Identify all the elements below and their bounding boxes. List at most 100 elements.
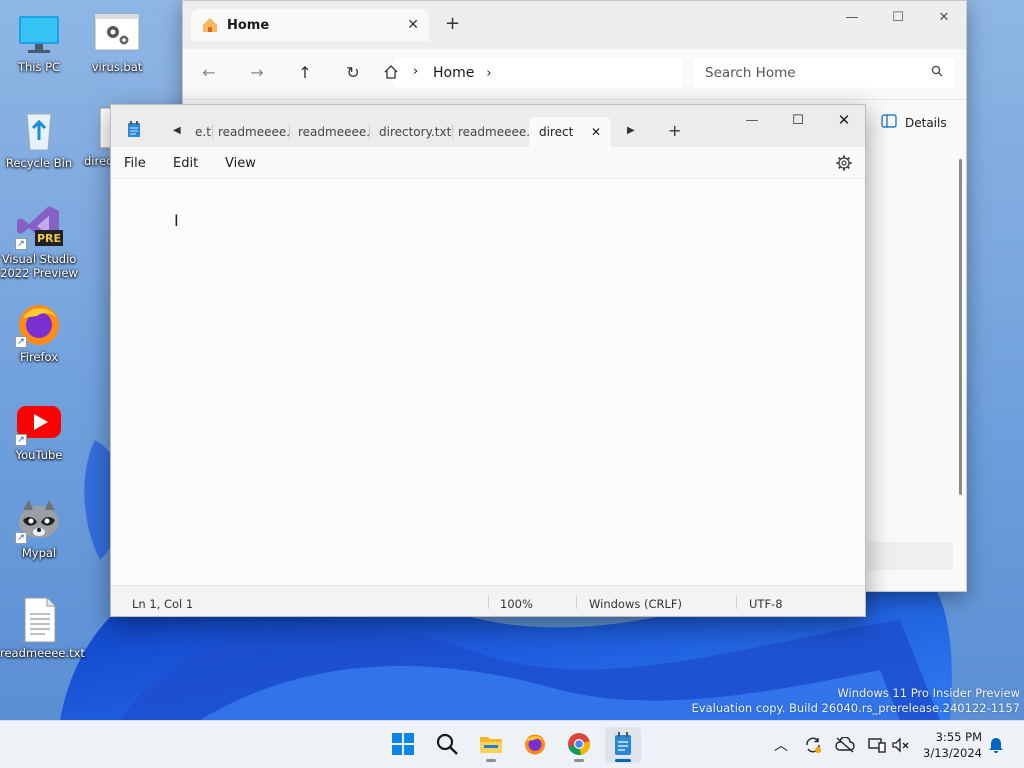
close-button[interactable]: ✕: [921, 1, 967, 33]
batch-file-gear-icon: [93, 10, 141, 58]
explorer-tab-home[interactable]: Home ✕: [191, 9, 429, 41]
menu-file[interactable]: File: [124, 156, 146, 171]
new-tab-button[interactable]: +: [445, 13, 460, 34]
minimize-button[interactable]: —: [729, 105, 775, 135]
menu-view[interactable]: View: [225, 156, 256, 171]
desktop-icon-recycle-bin[interactable]: Recycle Bin: [0, 106, 78, 170]
desktop-icon-firefox[interactable]: ↗ Firefox: [0, 300, 78, 364]
scroll-tabs-right-icon[interactable]: ▶: [627, 125, 635, 136]
desktop-icon-label: readmeeee.txt: [0, 646, 85, 660]
explorer-navbar: ← → ↑ ↻ › Home › Search Home: [183, 49, 966, 99]
notepad-tab-label: readmeeee.t: [218, 125, 290, 139]
taskbar-firefox[interactable]: [517, 727, 553, 763]
forward-arrow-icon[interactable]: →: [245, 63, 269, 82]
chevron-right-icon[interactable]: ›: [486, 66, 491, 81]
start-button[interactable]: [385, 727, 421, 763]
raccoon-icon: ↗: [15, 496, 63, 544]
notepad-tab[interactable]: readmeeee.t: [458, 117, 530, 147]
status-divider: [736, 595, 737, 609]
maximize-button[interactable]: ☐: [775, 105, 821, 135]
text-file-icon: [15, 596, 63, 644]
desktop-icon-label: Firefox: [19, 350, 59, 364]
refresh-icon[interactable]: ↻: [341, 63, 365, 82]
desktop-icon-label: YouTube: [15, 448, 63, 462]
close-tab-icon[interactable]: ✕: [591, 125, 601, 139]
search-button[interactable]: [429, 727, 465, 763]
explorer-tab-title: Home: [227, 17, 270, 33]
desktop-icon-readmeeee[interactable]: readmeeee.txt: [0, 596, 85, 660]
desktop-icon-virus-bat[interactable]: virus.bat: [78, 10, 156, 74]
sync-icon[interactable]: [803, 735, 823, 755]
clock-time: 3:55 PM: [935, 730, 982, 744]
watermark-line-2: Evaluation copy. Build 26040.rs_prerelea…: [691, 701, 1020, 715]
vertical-scrollbar[interactable]: [959, 159, 962, 495]
tab-separator: [452, 125, 453, 139]
desktop-icon-mypal[interactable]: ↗ Mypal: [0, 496, 78, 560]
new-tab-button[interactable]: +: [668, 121, 681, 140]
tab-separator: [369, 125, 370, 139]
running-indicator: [574, 759, 584, 762]
explorer-titlebar[interactable]: Home ✕ + — ☐ ✕: [183, 1, 966, 49]
line-ending[interactable]: Windows (CRLF): [589, 597, 682, 611]
address-bar[interactable]: › Home ›: [384, 58, 683, 88]
gear-icon[interactable]: [835, 154, 853, 172]
text-file-icon: [78, 106, 110, 154]
network-icon[interactable]: [867, 735, 887, 755]
explorer-status-area: [867, 542, 953, 570]
tab-separator: [212, 125, 213, 139]
monitor-icon: [15, 10, 63, 58]
desktop-icon-this-pc[interactable]: This PC: [0, 10, 78, 74]
address-segment[interactable]: Home: [433, 65, 474, 81]
details-button[interactable]: Details: [881, 114, 947, 131]
desktop-icon-label: Mypal: [21, 546, 57, 560]
desktop-icon-youtube[interactable]: ↗ YouTube: [0, 398, 78, 462]
notepad-tab-label: e.t: [195, 125, 211, 139]
system-clock[interactable]: 3:55 PM 3/13/2024: [918, 729, 982, 761]
show-hidden-icons-chevron-up-icon[interactable]: ︿: [771, 735, 791, 755]
firefox-icon: ↗: [15, 300, 63, 348]
running-indicator: [615, 759, 631, 762]
cloud-offline-icon[interactable]: [835, 735, 855, 755]
windows-logo-icon: [392, 732, 414, 758]
clock-date: 3/13/2024: [923, 746, 982, 760]
notepad-tab-label: readmeeee.t: [458, 125, 530, 139]
shortcut-arrow-icon: ↗: [15, 434, 27, 446]
recycle-bin-icon: [15, 106, 63, 154]
scroll-tabs-left-icon[interactable]: ◀: [173, 125, 181, 136]
notepad-titlebar[interactable]: ◀ e.t readmeeee.t readmeeee.t directory.…: [111, 105, 865, 147]
text-editor-area[interactable]: I: [111, 179, 865, 585]
preview-badge: PRE: [37, 232, 62, 245]
status-divider: [488, 595, 489, 609]
desktop-icon-label: virus.bat: [91, 60, 143, 74]
volume-muted-icon[interactable]: [891, 735, 911, 755]
notification-bell-icon[interactable]: [986, 735, 1006, 755]
maximize-button[interactable]: ☐: [875, 1, 921, 33]
details-label: Details: [905, 115, 947, 130]
taskbar-chrome[interactable]: [561, 727, 597, 763]
notepad-app-icon: [127, 121, 141, 137]
close-button[interactable]: ✕: [821, 105, 867, 135]
taskbar-notepad[interactable]: [605, 727, 641, 763]
desktop-icon-label: direc: [84, 154, 110, 168]
desktop-icon-directory[interactable]: direc: [78, 106, 110, 168]
search-box[interactable]: Search Home: [693, 58, 955, 88]
up-arrow-icon[interactable]: ↑: [293, 63, 317, 82]
youtube-icon: ↗: [15, 398, 63, 446]
details-pane-icon: [881, 114, 897, 131]
close-tab-icon[interactable]: ✕: [407, 17, 419, 33]
menu-edit[interactable]: Edit: [173, 156, 198, 171]
notepad-tab-active[interactable]: direct ✕: [529, 117, 611, 147]
taskbar-file-explorer[interactable]: [473, 727, 509, 763]
back-arrow-icon[interactable]: ←: [197, 63, 221, 82]
notepad-tab[interactable]: directory.txt: [379, 117, 453, 147]
zoom-level[interactable]: 100%: [500, 597, 533, 611]
minimize-button[interactable]: —: [829, 1, 875, 33]
desktop-icon-visual-studio[interactable]: PRE ↗ Visual Studio 2022 Preview: [0, 202, 78, 280]
encoding[interactable]: UTF-8: [749, 597, 783, 611]
watermark-line-1: Windows 11 Pro Insider Preview: [837, 686, 1020, 700]
notepad-tab[interactable]: readmeeee.t: [218, 117, 290, 147]
notepad-tab[interactable]: readmeeee.t: [298, 117, 370, 147]
chrome-icon: [567, 732, 591, 759]
notepad-window[interactable]: ◀ e.t readmeeee.t readmeeee.t directory.…: [110, 104, 866, 617]
notepad-tab[interactable]: e.t: [195, 117, 213, 147]
